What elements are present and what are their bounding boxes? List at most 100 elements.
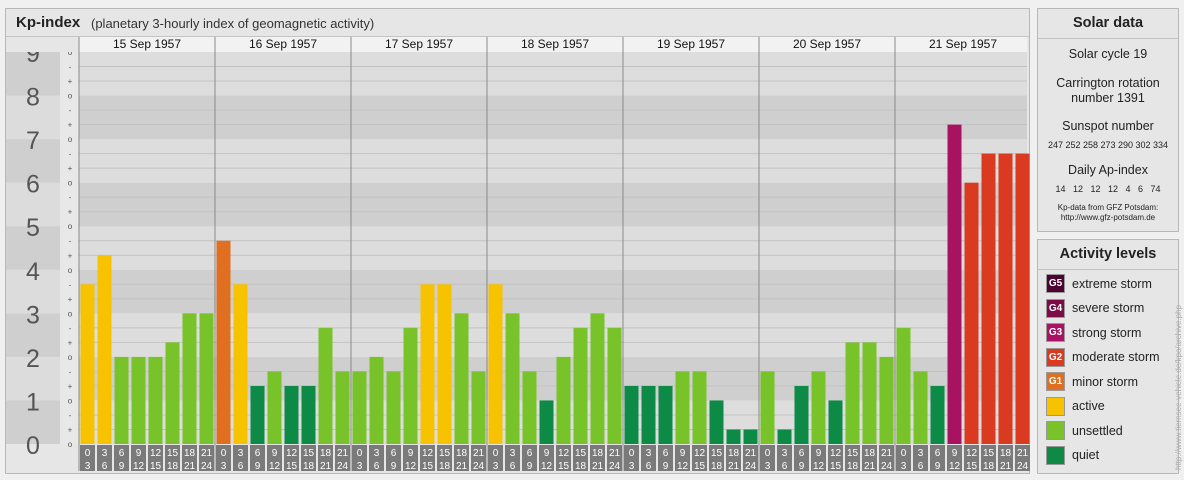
- legend-label-quiet: quiet: [1072, 448, 1100, 462]
- kp-chart-panel: Kp-index (planetary 3-hourly index of ge…: [5, 8, 1030, 474]
- interval-end-label: 3: [357, 461, 363, 472]
- kp-bar: [420, 284, 435, 444]
- day-label: 21 Sep 1957: [929, 37, 997, 51]
- chart-title: Kp-index: [16, 14, 81, 31]
- legend-swatch-g5: G5: [1046, 274, 1065, 293]
- interval-end-label: 15: [150, 461, 162, 472]
- y-minor-tick: o: [68, 179, 73, 188]
- legend-item-unsettled: unsettled: [1046, 421, 1123, 440]
- kp-bar: [981, 153, 996, 444]
- kp-bar: [318, 327, 333, 444]
- kp-bar: [913, 371, 928, 444]
- interval-start-label: 6: [935, 448, 941, 459]
- kp-bar: [760, 371, 775, 444]
- kp-bar: [607, 327, 622, 444]
- interval-start-label: 6: [391, 448, 397, 459]
- interval-start-label: 21: [881, 448, 893, 459]
- interval-end-label: 12: [813, 461, 825, 472]
- interval-start-label: 6: [119, 448, 125, 459]
- interval-end-label: 24: [1017, 461, 1029, 472]
- day-label: 19 Sep 1957: [657, 37, 725, 51]
- legend-item-g2: G2 moderate storm: [1046, 347, 1160, 367]
- interval-start-label: 6: [527, 448, 533, 459]
- interval-end-label: 18: [983, 461, 995, 472]
- solar-data-title: Solar data: [1038, 9, 1178, 39]
- kp-bar: [947, 124, 962, 444]
- interval-start-label: 18: [1000, 448, 1012, 459]
- kp-bar: [641, 385, 656, 444]
- interval-end-label: 21: [184, 461, 196, 472]
- interval-start-label: 3: [238, 448, 244, 459]
- legend-swatch-active: [1046, 396, 1065, 416]
- interval-start-label: 18: [728, 448, 740, 459]
- chart-subtitle: (planetary 3-hourly index of geomagnetic…: [91, 16, 375, 31]
- kp-bar: [726, 429, 741, 444]
- interval-end-label: 9: [527, 461, 533, 472]
- interval-start-label: 15: [983, 448, 995, 459]
- y-minor-tick: +: [68, 164, 73, 173]
- y-tick-label: 0: [26, 432, 40, 460]
- kp-bar: [930, 385, 945, 444]
- interval-end-label: 6: [374, 461, 380, 472]
- interval-end-label: 21: [456, 461, 468, 472]
- interval-end-label: 21: [592, 461, 604, 472]
- interval-end-label: 6: [510, 461, 516, 472]
- interval-start-label: 21: [201, 448, 213, 459]
- interval-start-label: 0: [221, 448, 227, 459]
- y-minor-tick: o: [68, 222, 73, 231]
- interval-start-label: 18: [592, 448, 604, 459]
- legend-label-active: active: [1072, 399, 1105, 413]
- legend-swatch-quiet: [1046, 445, 1065, 465]
- kp-bar: [879, 356, 894, 444]
- y-minor-tick: +: [68, 77, 73, 86]
- kp-bar: [505, 313, 520, 444]
- interval-end-label: 21: [864, 461, 876, 472]
- y-minor-tick: +: [68, 251, 73, 260]
- interval-end-label: 24: [881, 461, 893, 472]
- interval-start-label: 9: [136, 448, 142, 459]
- interval-start-label: 3: [510, 448, 516, 459]
- y-minor-tick: -: [69, 324, 72, 333]
- legend-swatch-unsettled: [1046, 421, 1065, 440]
- legend-item-active: active: [1046, 396, 1105, 416]
- y-minor-tick: +: [68, 382, 73, 391]
- source-link[interactable]: http://www.gfz-potsdam.de: [1038, 213, 1178, 223]
- legend-label-g3: strong storm: [1072, 325, 1142, 340]
- kp-bar-chart: 0123456789o+-o+-o+-o+-o+-o+-o+-o+-o+-o15…: [6, 37, 1030, 472]
- interval-end-label: 15: [966, 461, 978, 472]
- kp-bar: [80, 284, 95, 444]
- interval-end-label: 3: [765, 461, 771, 472]
- legend-swatch-g1: G1: [1046, 372, 1065, 391]
- interval-start-label: 21: [473, 448, 485, 459]
- y-minor-tick: -: [69, 411, 72, 420]
- kp-bar: [369, 356, 384, 444]
- kp-bar: [284, 385, 299, 444]
- interval-end-label: 15: [286, 461, 298, 472]
- interval-start-label: 3: [918, 448, 924, 459]
- legend-item-g3: G3 strong storm: [1046, 323, 1141, 342]
- interval-end-label: 18: [303, 461, 315, 472]
- kp-bar: [998, 153, 1013, 444]
- interval-start-label: 0: [629, 448, 635, 459]
- interval-start-label: 12: [694, 448, 706, 459]
- day-label: 20 Sep 1957: [793, 37, 861, 51]
- interval-start-label: 0: [493, 448, 499, 459]
- legend-label-unsettled: unsettled: [1072, 423, 1123, 438]
- legend-item-g4: G4 severe storm: [1046, 298, 1144, 318]
- kp-bar: [182, 313, 197, 444]
- carrington-line1: Carrington rotation: [1056, 76, 1160, 90]
- kp-bar: [301, 385, 316, 444]
- interval-end-label: 21: [320, 461, 332, 472]
- interval-start-label: 9: [408, 448, 414, 459]
- interval-start-label: 3: [374, 448, 380, 459]
- legend-label-g1: minor storm: [1072, 374, 1138, 389]
- kp-bar: [896, 327, 911, 444]
- interval-start-label: 12: [966, 448, 978, 459]
- kp-bar: [522, 371, 537, 444]
- kp-bar: [488, 284, 503, 444]
- kp-bar: [862, 342, 877, 444]
- y-tick-label: 8: [26, 84, 40, 112]
- interval-start-label: 15: [575, 448, 587, 459]
- y-minor-tick: o: [68, 309, 73, 318]
- interval-start-label: 15: [439, 448, 451, 459]
